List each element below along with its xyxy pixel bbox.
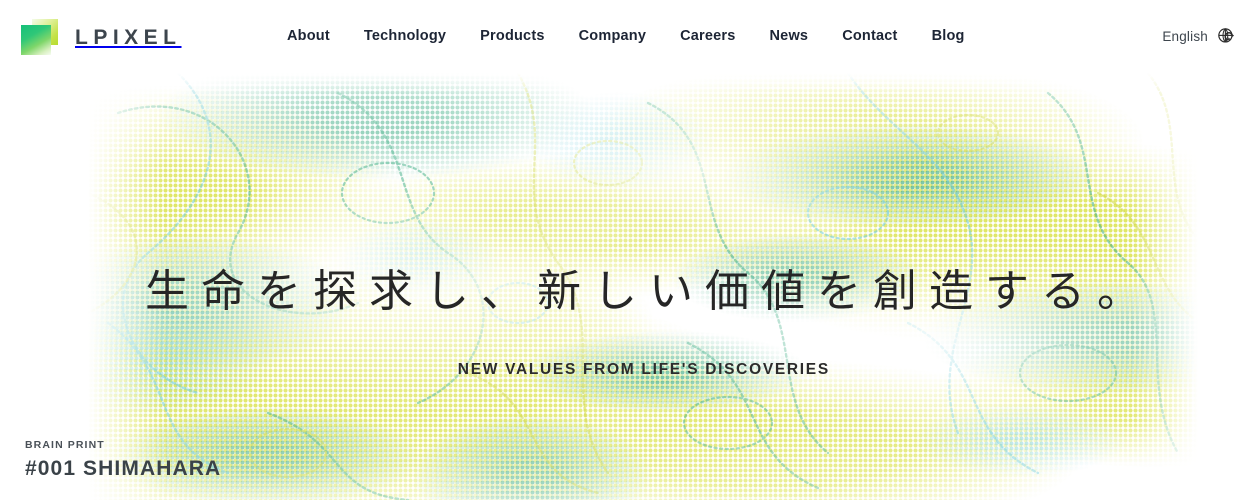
globe-language-switch-icon <box>1218 28 1235 43</box>
nav-item-careers[interactable]: Careers <box>663 29 752 44</box>
lpixel-logo-icon <box>21 19 58 55</box>
page-root: LPIXEL About Technology Products Company… <box>0 0 1260 500</box>
nav-item-products[interactable]: Products <box>463 29 561 44</box>
nav-item-news[interactable]: News <box>753 29 826 44</box>
nav-item-about[interactable]: About <box>270 29 347 44</box>
language-label: English <box>1162 29 1208 44</box>
hero-banner: 生命を探求し、新しい価値を創造する。 NEW VALUES FROM LIFE'… <box>88 73 1198 500</box>
logo-square-front <box>21 25 51 55</box>
hero-copy: 生命を探求し、新しい価値を創造する。 NEW VALUES FROM LIFE'… <box>88 73 1198 500</box>
hero-headline: 生命を探求し、新しい価値を創造する。 <box>145 267 1153 316</box>
hero-subheadline: NEW VALUES FROM LIFE'S DISCOVERIES <box>457 361 830 378</box>
caption-title: #001 SHIMAHARA <box>25 457 222 480</box>
main-navigation: About Technology Products Company Career… <box>270 0 982 73</box>
brand-wordmark: LPIXEL <box>75 25 182 49</box>
hero-image-caption: BRAIN PRINT #001 SHIMAHARA <box>25 439 221 479</box>
nav-item-technology[interactable]: Technology <box>347 29 463 44</box>
nav-item-company[interactable]: Company <box>562 29 663 44</box>
nav-item-contact[interactable]: Contact <box>825 29 914 44</box>
language-switcher[interactable]: English <box>1162 0 1236 73</box>
brand-home-link[interactable]: LPIXEL <box>21 19 182 55</box>
site-header: LPIXEL About Technology Products Company… <box>0 0 1260 73</box>
nav-item-blog[interactable]: Blog <box>915 29 982 44</box>
caption-eyebrow: BRAIN PRINT <box>25 439 105 451</box>
